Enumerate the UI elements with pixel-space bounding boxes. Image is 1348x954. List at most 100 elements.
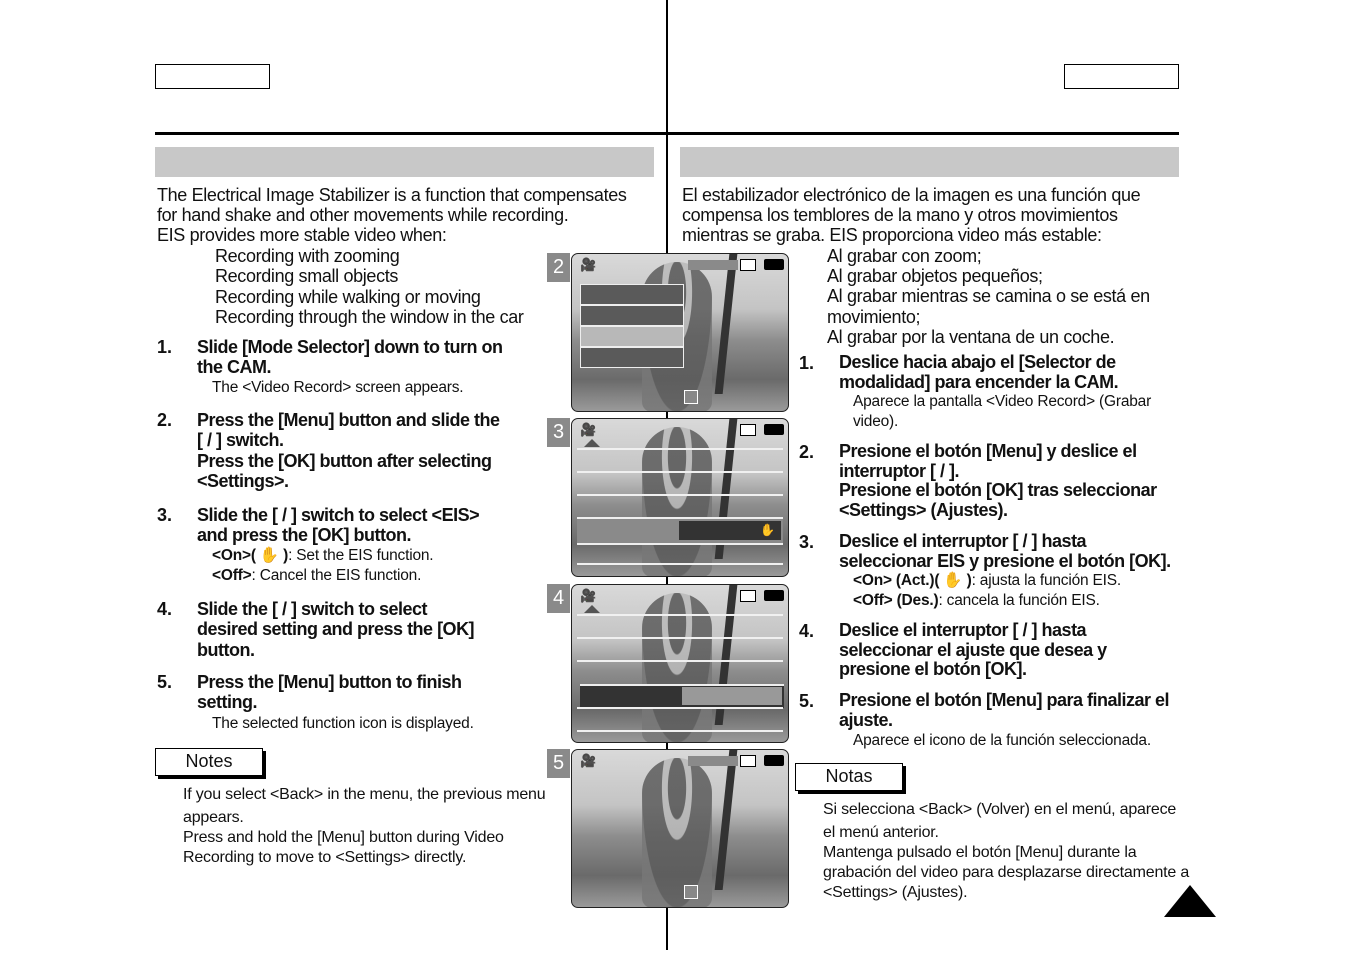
- step-line: Deslice el interruptor [ / ] hasta: [839, 620, 1087, 640]
- step-3-text: Slide the [ / ] switch to select <EIS> an…: [197, 505, 480, 546]
- hand-icon: ✋: [255, 547, 284, 564]
- intro-line: EIS provides more stable video when:: [157, 225, 447, 245]
- bullet-item: Al grabar objetos pequeños;: [827, 266, 1043, 287]
- step-number: 4.: [799, 621, 815, 641]
- record-indicator: [684, 885, 698, 899]
- step-number: 4.: [157, 599, 173, 619]
- note-line: el menú anterior.: [823, 824, 939, 841]
- screen-step-2: 🎥: [571, 253, 789, 412]
- left-notes-label: Notes: [155, 748, 263, 776]
- menu-item-eis[interactable]: ✋: [577, 517, 783, 545]
- detail-line: <Off> (Des.): cancela la función EIS.: [853, 591, 1100, 609]
- bullet-item: Recording while walking or moving: [215, 286, 481, 307]
- note-line: Recording to move to <Settings> directly…: [183, 849, 467, 866]
- step-1-text: Deslice hacia abajo el [Selector de modal…: [839, 352, 1119, 392]
- header-rule: [155, 132, 1179, 135]
- step-line: Slide the [ / ] switch to select <EIS>: [197, 505, 480, 525]
- step-4-text: Deslice el interruptor [ / ] hasta selecc…: [839, 620, 1107, 680]
- note-line: appears.: [183, 809, 244, 826]
- note-line: If you select <Back> in the menu, the pr…: [183, 786, 546, 803]
- step-line: seleccionar el ajuste que desea y: [839, 639, 1107, 660]
- left-bullets: Recording with zooming Recording small ob…: [215, 246, 524, 327]
- step-line: <Settings>.: [197, 470, 289, 491]
- detail-line: The <Video Record> screen appears.: [212, 379, 464, 396]
- step-1-detail: Aparece la pantalla <Video Record> (Grab…: [853, 392, 1151, 431]
- step-line: the CAM.: [197, 357, 271, 378]
- battery-icon: [764, 424, 784, 435]
- detail-line: Aparece el icono de la función seleccion…: [853, 732, 1151, 749]
- step-line: setting.: [197, 692, 258, 713]
- intro-line: mientras se graba. EIS proporciona video…: [682, 225, 1102, 245]
- step-line: Slide [Mode Selector] down to turn on: [197, 337, 503, 357]
- step-3-detail: <On> (Act.)( ✋ ): ajusta la función EIS.…: [853, 571, 1121, 610]
- screen-step-5: 🎥: [571, 749, 789, 908]
- step-5-text: Presione el botón [Menu] para finalizar …: [839, 690, 1170, 730]
- step-line: <Settings> (Ajustes).: [839, 499, 1008, 520]
- detail-line: <On>( ✋ ): Set the EIS function.: [212, 547, 434, 564]
- step-line: Press the [Menu] button to finish: [197, 672, 462, 692]
- eis-option-selected[interactable]: [682, 687, 782, 705]
- bullet-item: Al grabar con zoom;: [827, 246, 982, 266]
- intro-line: El estabilizador electrónico de la image…: [682, 185, 1141, 205]
- scroll-up-icon[interactable]: [584, 439, 600, 447]
- menu-item-selected[interactable]: [580, 326, 684, 347]
- memory-icon: [740, 259, 756, 271]
- step-line: Presione el botón [Menu] para finalizar …: [839, 690, 1170, 710]
- bullet-item: Recording with zooming: [215, 246, 400, 266]
- step-line: Presione el botón [OK] tras seleccionar: [839, 480, 1157, 500]
- battery-icon: [764, 755, 784, 766]
- camcorder-icon: 🎥: [580, 257, 597, 272]
- note-line: Mantenga pulsado el botón [Menu] durante…: [823, 844, 1137, 861]
- step-line: Deslice hacia abajo el [Selector de: [839, 352, 1116, 372]
- battery-icon: [764, 259, 784, 270]
- step-line: interruptor [ / ].: [839, 460, 959, 481]
- bullet-item: Recording through the window in the car: [215, 306, 524, 327]
- step-5-detail: The selected function icon is displayed.: [212, 714, 474, 734]
- step-2-text: Presione el botón [Menu] y deslice el int…: [839, 441, 1157, 520]
- menu-item-eis[interactable]: [580, 684, 784, 708]
- step-line: [ / ] switch.: [197, 430, 284, 451]
- detail-line: <On> (Act.)( ✋ ): ajusta la función EIS.: [853, 572, 1122, 589]
- step-line: ajuste.: [839, 709, 893, 730]
- menu-item[interactable]: [580, 305, 684, 326]
- step-line: button.: [197, 639, 255, 660]
- step-number: 1.: [799, 353, 815, 373]
- step-number: 2.: [157, 410, 173, 430]
- bullet-item: Al grabar por la ventana de un coche.: [827, 326, 1115, 347]
- right-intro: El estabilizador electrónico de la image…: [682, 185, 1141, 245]
- note-line: <Settings> (Ajustes).: [823, 884, 968, 901]
- hand-icon: ✋: [939, 572, 967, 589]
- right-bullets: Al grabar con zoom; Al grabar objetos peq…: [827, 246, 1150, 347]
- step-1-detail: The <Video Record> screen appears.: [212, 378, 464, 398]
- step-badge: 5: [547, 749, 570, 778]
- memory-icon: [740, 424, 756, 436]
- step-number: 1.: [157, 337, 173, 357]
- intro-line: for hand shake and other movements while…: [157, 205, 569, 225]
- step-line: Presione el botón [Menu] y deslice el: [839, 441, 1137, 461]
- header-box-right: [1064, 64, 1179, 89]
- right-notes-label: Notas: [795, 763, 903, 791]
- step-number: 3.: [799, 532, 815, 552]
- note-line: Press and hold the [Menu] button during …: [183, 829, 504, 846]
- detail-line: <Off>: Cancel the EIS function.: [212, 566, 422, 584]
- step-2-text: Press the [Menu] button and slide the[ /…: [197, 410, 500, 491]
- section-title-bar-left: [155, 147, 654, 177]
- screen-step-3: 🎥 ✋: [571, 418, 789, 577]
- step-line: Slide the [ / ] switch to select: [197, 599, 428, 619]
- step-5-detail: Aparece el icono de la función seleccion…: [853, 731, 1151, 751]
- scroll-up-icon[interactable]: [584, 605, 600, 613]
- memory-icon: [740, 755, 756, 767]
- detail-line: The selected function icon is displayed.: [212, 715, 474, 732]
- step-badge: 3: [547, 418, 570, 447]
- intro-line: The Electrical Image Stabilizer is a fun…: [157, 185, 627, 205]
- step-number: 5.: [799, 691, 815, 711]
- step-number: 3.: [157, 505, 173, 525]
- memory-icon: [740, 590, 756, 602]
- menu-item[interactable]: [580, 347, 684, 368]
- hand-icon: ✋: [679, 521, 781, 540]
- detail-line: video).: [853, 412, 899, 430]
- camcorder-icon: 🎥: [580, 422, 597, 437]
- menu-item[interactable]: [580, 284, 684, 305]
- intro-line: compensa los temblores de la mano y otro…: [682, 205, 1118, 225]
- screen-step-4: 🎥: [571, 584, 789, 743]
